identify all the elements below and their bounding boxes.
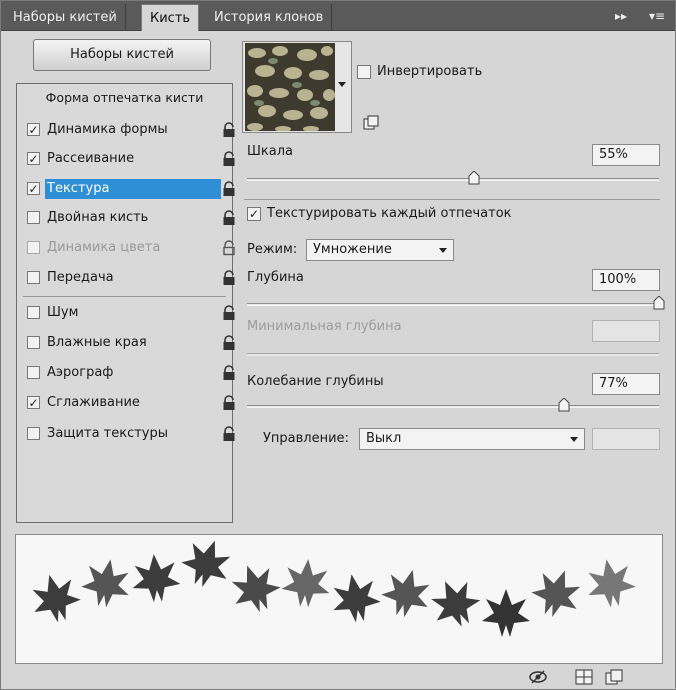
brush-options-list: Форма отпечатка кисти ✓ Динамика формы ✓… xyxy=(16,83,235,523)
brush-tip-shape-heading[interactable]: Форма отпечатка кисти xyxy=(17,90,232,105)
checkbox[interactable]: ✓ xyxy=(27,152,40,165)
texture-each-tip-checkbox[interactable]: ✓ xyxy=(247,207,261,221)
checkbox[interactable]: ✓ xyxy=(27,182,40,195)
grid-icon[interactable] xyxy=(575,669,593,685)
texture-each-tip-label: Текстурировать каждый отпечаток xyxy=(267,206,512,221)
minimum-depth-field xyxy=(592,320,660,342)
lock-icon[interactable] xyxy=(222,122,236,138)
checkbox[interactable] xyxy=(27,427,40,440)
scale-label: Шкала xyxy=(247,144,293,159)
list-item-protect-texture[interactable]: Защита текстуры xyxy=(23,423,235,445)
lock-icon[interactable] xyxy=(222,240,236,256)
minimum-depth-slider-track xyxy=(247,353,659,356)
lock-icon[interactable] xyxy=(222,270,236,286)
control-amount-field xyxy=(592,428,660,450)
lock-icon[interactable] xyxy=(222,181,236,197)
new-preset-icon[interactable] xyxy=(363,115,379,131)
checkbox[interactable] xyxy=(27,306,40,319)
tab-brush-presets[interactable]: Наборы кистей xyxy=(5,4,126,31)
invert-checkbox[interactable] xyxy=(357,65,371,79)
depth-slider-track[interactable] xyxy=(247,303,659,306)
checkbox[interactable] xyxy=(27,211,40,224)
mode-label: Режим: xyxy=(247,242,298,257)
item-label: Текстура xyxy=(47,181,110,196)
chevron-down-icon xyxy=(570,437,578,442)
panel-menu-icon[interactable]: ▾≡ xyxy=(647,8,667,24)
item-label: Передача xyxy=(47,270,114,285)
create-icon[interactable] xyxy=(605,669,623,685)
item-label: Сглаживание xyxy=(47,395,140,410)
item-label: Динамика цвета xyxy=(47,240,161,255)
list-item-scattering[interactable]: ✓ Рассеивание xyxy=(23,148,235,170)
brush-stroke-preview xyxy=(15,532,663,664)
chevron-down-icon[interactable] xyxy=(338,82,346,87)
lock-icon[interactable] xyxy=(222,426,236,442)
item-label: Аэрограф xyxy=(47,365,114,380)
depth-label: Глубина xyxy=(247,270,304,285)
item-label: Шум xyxy=(47,305,79,320)
control-select[interactable]: Выкл xyxy=(359,428,585,450)
depth-jitter-slider-track[interactable] xyxy=(247,405,659,408)
list-item-dual-brush[interactable]: Двойная кисть xyxy=(23,207,235,229)
item-label: Защита текстуры xyxy=(47,426,169,441)
list-item-noise[interactable]: Шум xyxy=(23,302,235,324)
list-item-wet-edges[interactable]: Влажные края xyxy=(23,332,235,354)
checkbox[interactable] xyxy=(27,366,40,379)
brush-presets-button[interactable]: Наборы кистей xyxy=(33,39,211,71)
item-label: Рассеивание xyxy=(47,151,135,166)
depth-jitter-field[interactable]: 77% xyxy=(592,373,660,395)
lock-icon[interactable] xyxy=(222,151,236,167)
invert-label: Инвертировать xyxy=(377,64,483,79)
list-item-shape-dynamics[interactable]: ✓ Динамика формы xyxy=(23,119,235,141)
list-divider xyxy=(23,296,226,297)
list-item-smoothing[interactable]: ✓ Сглаживание xyxy=(23,392,235,414)
tab-clone-source[interactable]: История клонов xyxy=(206,4,333,31)
double-chevron-icon[interactable]: ▸▸ xyxy=(611,8,631,24)
mode-select[interactable]: Умножение xyxy=(306,239,454,261)
mode-value: Умножение xyxy=(313,242,392,257)
tab-bar: Наборы кистей Кисть История клонов ▸▸ ▾≡ xyxy=(1,1,675,31)
control-label: Управление: xyxy=(263,431,349,446)
checkbox[interactable] xyxy=(27,271,40,284)
checkbox[interactable]: ✓ xyxy=(27,123,40,136)
control-value: Выкл xyxy=(366,431,402,446)
list-item-transfer[interactable]: Передача xyxy=(23,267,235,289)
list-item-color-dynamics[interactable]: Динамика цвета xyxy=(23,237,235,259)
eye-icon[interactable] xyxy=(529,669,547,685)
brush-panel: Наборы кистей Кисть История клонов ▸▸ ▾≡… xyxy=(0,0,676,690)
lock-icon[interactable] xyxy=(222,365,236,381)
item-label: Двойная кисть xyxy=(47,210,149,225)
checkbox[interactable]: ✓ xyxy=(27,396,40,409)
checkbox[interactable] xyxy=(27,241,40,254)
depth-jitter-slider-handle[interactable] xyxy=(558,398,570,412)
item-label: Динамика формы xyxy=(47,122,168,137)
depth-jitter-label: Колебание глубины xyxy=(247,374,384,389)
list-item-texture[interactable]: ✓ Текстура xyxy=(23,178,235,200)
scale-field[interactable]: 55% xyxy=(592,144,660,166)
lock-icon[interactable] xyxy=(222,210,236,226)
lock-icon[interactable] xyxy=(222,395,236,411)
scale-slider-handle[interactable] xyxy=(468,171,480,185)
scale-slider-track[interactable] xyxy=(247,178,659,181)
section-divider xyxy=(244,199,660,200)
chevron-down-icon xyxy=(439,248,447,253)
tab-brush[interactable]: Кисть xyxy=(141,4,200,31)
checkbox[interactable] xyxy=(27,336,40,349)
lock-icon[interactable] xyxy=(222,305,236,321)
minimum-depth-label: Минимальная глубина xyxy=(247,319,402,334)
depth-slider-handle[interactable] xyxy=(653,296,665,310)
item-label: Влажные края xyxy=(47,335,147,350)
texture-picker[interactable] xyxy=(242,41,352,133)
texture-swatch xyxy=(245,43,335,131)
lock-icon[interactable] xyxy=(222,335,236,351)
list-item-airbrush[interactable]: Аэрограф xyxy=(23,362,235,384)
stroke-preview-image xyxy=(26,532,639,637)
depth-field[interactable]: 100% xyxy=(592,269,660,291)
